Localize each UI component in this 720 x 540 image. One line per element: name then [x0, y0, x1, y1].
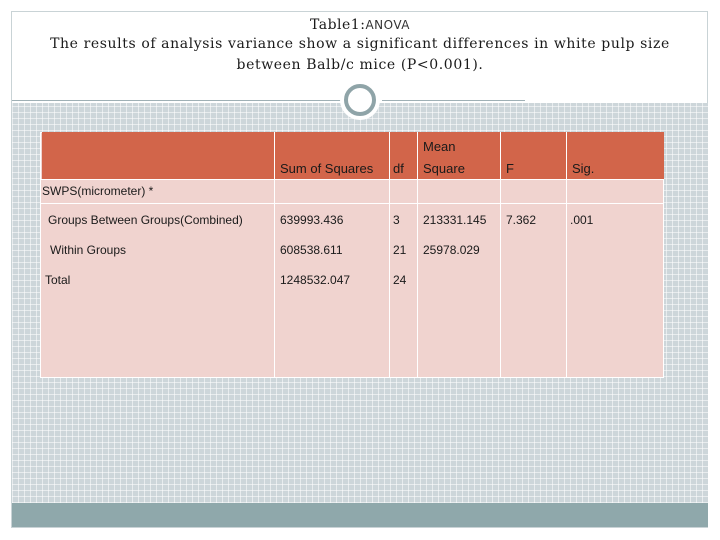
table-bottom-line	[40, 377, 664, 378]
cell-df-between: 3	[393, 213, 400, 227]
header-mean-square-line1: Mean	[423, 139, 456, 154]
header-sig: Sig.	[572, 161, 595, 176]
cell-df-within: 21	[393, 243, 407, 257]
cell-ss-total: 1248532.047	[280, 273, 351, 287]
header-df: df	[393, 161, 404, 176]
col-divider-3	[417, 132, 418, 378]
cell-ss-between: 639993.436	[280, 213, 344, 227]
caption-description-line2: between Balb/c mice (P<0.001).	[236, 57, 484, 73]
header-mean-square-line2: Square	[423, 161, 465, 176]
circle-ornament-icon	[340, 80, 380, 120]
cell-ms-between: 213331.145	[423, 213, 487, 227]
row-label-within-groups: Within Groups	[50, 243, 127, 257]
group-row-line	[40, 203, 664, 204]
header-f: F	[506, 161, 514, 176]
cell-ss-within: 608538.611	[280, 243, 343, 257]
caption-prefix: Table1:	[309, 17, 366, 33]
title-divider-left	[12, 100, 342, 101]
row-label-between-groups: Groups Between Groups(Combined)	[48, 213, 243, 227]
cell-df-total: 24	[393, 273, 407, 287]
caption-description-line1: The results of analysis variance show a …	[50, 36, 670, 52]
col-divider-1	[274, 132, 275, 378]
header-bottom-line	[40, 179, 664, 180]
col-divider-4	[500, 132, 501, 378]
footer-bar	[12, 503, 708, 527]
row-label-total: Total	[45, 273, 71, 287]
header-sum-of-squares: Sum of Squares	[280, 161, 374, 176]
cell-f-between: 7.362	[506, 213, 537, 227]
col-divider-5	[566, 132, 567, 378]
title-divider-right	[382, 100, 525, 101]
table-caption: Table1:ANOVA	[12, 17, 708, 33]
caption-anova: ANOVA	[365, 18, 411, 32]
cell-ms-within: 25978.029	[423, 243, 480, 257]
cell-sig-between: .001	[570, 213, 594, 227]
col-divider-2	[389, 132, 390, 378]
group-label: SWPS(micrometer) *	[42, 184, 154, 198]
